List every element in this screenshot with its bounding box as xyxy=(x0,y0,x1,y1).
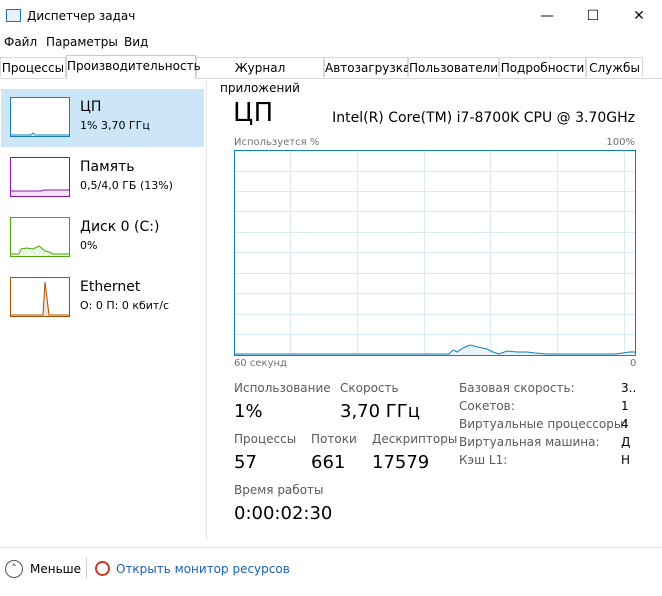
chevron-up-icon[interactable]: ˄ xyxy=(5,560,23,578)
tab-performance[interactable]: Производительность xyxy=(66,55,201,79)
disk-thumbnail-graph xyxy=(10,217,70,257)
spec-base-speed-label: Базовая скорость: xyxy=(459,381,575,395)
stat-processes-label: Процессы xyxy=(234,432,297,446)
fewer-details-button[interactable]: Меньше xyxy=(30,562,81,576)
stat-usage-value: 1% xyxy=(234,401,263,422)
window-title: Диспетчер задач xyxy=(27,9,136,23)
stat-threads-label: Потоки xyxy=(311,432,357,446)
sidebar-item-ethernet[interactable]: Ethernet О: 0 П: 0 кбит/с xyxy=(1,269,204,327)
sidebar-cpu-detail: 1% 3,70 ГГц xyxy=(80,119,150,132)
spec-l1-cache-value: Н xyxy=(621,453,631,467)
stat-usage-label: Использование xyxy=(234,381,331,395)
graph-time-start: 60 секунд xyxy=(234,358,287,369)
cpu-model: Intel(R) Core(TM) i7-8700K CPU @ 3.70GHz xyxy=(332,110,635,126)
sidebar-item-cpu[interactable]: ЦП 1% 3,70 ГГц xyxy=(1,89,204,147)
tab-details[interactable]: Подробности xyxy=(499,57,586,77)
sidebar-item-disk[interactable]: Диск 0 (C:) 0% xyxy=(1,209,204,267)
tab-startup[interactable]: Автозагрузка xyxy=(324,57,410,77)
spec-base-speed-value: 3.. xyxy=(621,381,637,395)
stat-handles-label: Дескрипторы xyxy=(372,432,458,446)
sidebar-disk-title: Диск 0 (C:) xyxy=(80,219,160,235)
sidebar-ethernet-detail: О: 0 П: 0 кбит/с xyxy=(80,299,170,312)
stat-processes-value: 57 xyxy=(234,452,257,473)
spec-virtual-machine-value: Д xyxy=(621,435,631,449)
minimize-button[interactable]: — xyxy=(524,0,570,32)
sidebar-cpu-title: ЦП xyxy=(80,99,102,115)
spec-virtual-processors-label: Виртуальные процессоры: xyxy=(459,417,628,431)
menu-file[interactable]: Файл xyxy=(4,35,37,49)
resource-sidebar: ЦП 1% 3,70 ГГц Память 0,5/4,0 ГБ (13%) Д… xyxy=(0,80,207,540)
graph-max-label: 100% xyxy=(606,137,635,148)
spec-sockets-label: Сокетов: xyxy=(459,399,515,413)
sidebar-disk-detail: 0% xyxy=(80,239,98,252)
sidebar-item-memory[interactable]: Память 0,5/4,0 ГБ (13%) xyxy=(1,149,204,207)
cpu-usage-graph xyxy=(234,150,636,356)
spec-virtual-machine-label: Виртуальная машина: xyxy=(459,435,600,449)
cpu-usage-graph-svg xyxy=(235,151,635,355)
sidebar-memory-title: Память xyxy=(80,159,135,175)
ethernet-thumbnail-graph xyxy=(10,277,70,317)
stat-uptime-label: Время работы xyxy=(234,483,324,497)
menu-view[interactable]: Вид xyxy=(124,35,148,49)
maximize-button[interactable]: ☐ xyxy=(570,0,616,32)
menu-options[interactable]: Параметры xyxy=(46,35,118,49)
stat-threads-value: 661 xyxy=(311,452,346,473)
page-title: ЦП xyxy=(233,98,274,128)
spec-sockets-value: 1 xyxy=(621,399,629,413)
close-button[interactable]: ✕ xyxy=(616,0,662,32)
tab-services[interactable]: Службы xyxy=(586,57,643,77)
sidebar-ethernet-title: Ethernet xyxy=(80,279,141,295)
memory-thumbnail-graph xyxy=(10,157,70,197)
spec-virtual-processors-value: 4 xyxy=(621,417,629,431)
stat-uptime-value: 0:00:02:30 xyxy=(234,503,333,524)
open-resource-monitor-link[interactable]: Открыть монитор ресурсов xyxy=(116,562,290,576)
stat-speed-value: 3,70 ГГц xyxy=(340,401,421,422)
resource-monitor-icon[interactable] xyxy=(95,561,110,576)
tab-app-history[interactable]: Журнал приложений xyxy=(196,57,324,95)
sidebar-memory-detail: 0,5/4,0 ГБ (13%) xyxy=(80,179,173,192)
graph-usage-label: Используется % xyxy=(234,137,320,148)
task-manager-icon xyxy=(6,9,21,22)
divider xyxy=(86,557,87,579)
stat-handles-value: 17579 xyxy=(372,452,430,473)
graph-time-end: 0 xyxy=(630,358,637,369)
cpu-thumbnail-graph xyxy=(10,97,70,137)
tab-users[interactable]: Пользователи xyxy=(408,57,499,77)
stat-speed-label: Скорость xyxy=(340,381,399,395)
tab-processes[interactable]: Процессы xyxy=(0,57,66,77)
spec-l1-cache-label: Кэш L1: xyxy=(459,453,508,467)
